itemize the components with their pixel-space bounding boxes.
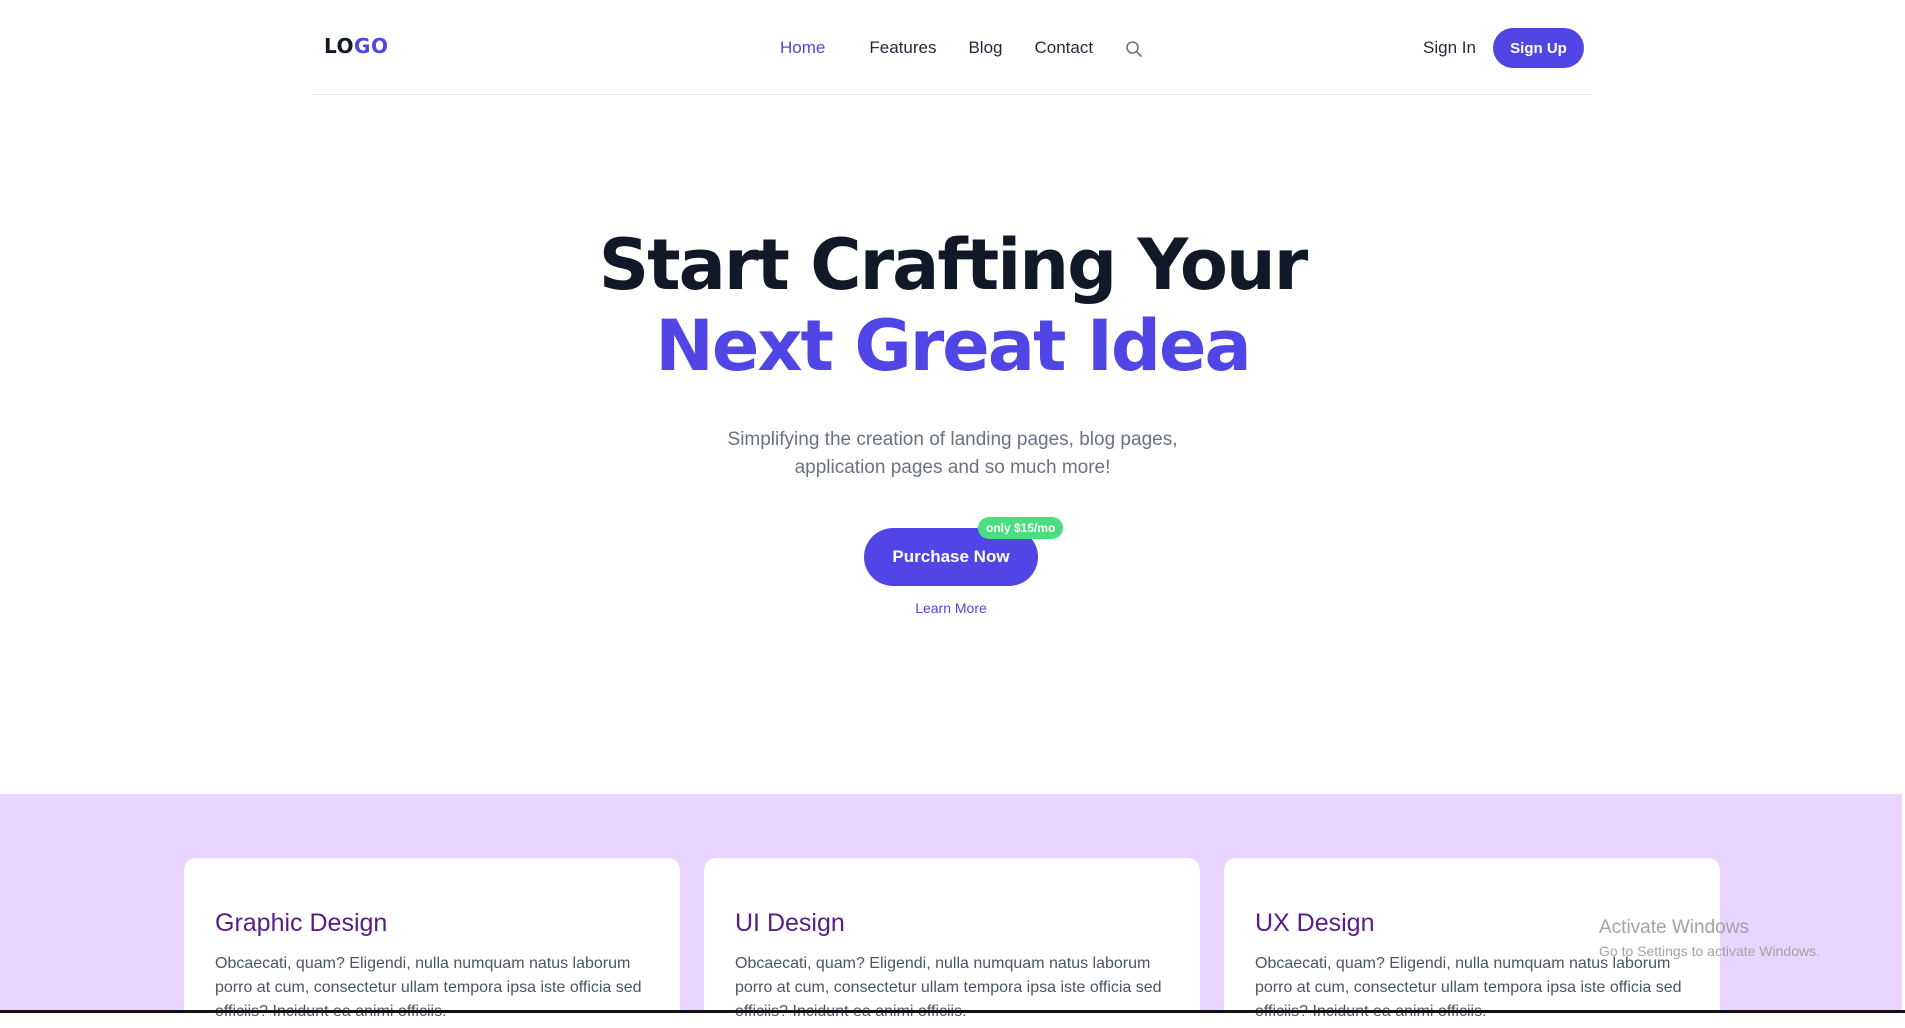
- hero-subtitle-line2: application pages and so much more!: [794, 457, 1111, 478]
- feature-card-text: Obcaecati, quam? Eligendi, nulla numquam…: [735, 955, 1162, 1020]
- site-header: LOGO Home Features Blog Contact Sign In …: [312, 0, 1592, 95]
- logo-part1: LO: [324, 34, 355, 58]
- learn-more-link: Learn More: [0, 600, 1902, 616]
- activate-windows-watermark: Activate Windows Go to Settings to activ…: [1599, 917, 1820, 959]
- sign-in-link[interactable]: Sign In: [1423, 38, 1476, 58]
- nav-features[interactable]: Features: [869, 38, 936, 58]
- feature-card-text: Obcaecati, quam? Eligendi, nulla numquam…: [215, 955, 642, 1020]
- watermark-subtitle: Go to Settings to activate Windows.: [1599, 943, 1820, 959]
- feature-card-text: Obcaecati, quam? Eligendi, nulla numquam…: [1255, 955, 1682, 1020]
- search-icon[interactable]: [1125, 40, 1143, 58]
- logo-part2: GO: [354, 34, 389, 58]
- sign-up-button[interactable]: Sign Up: [1493, 28, 1584, 68]
- landing-page: LOGO Home Features Blog Contact Sign In …: [0, 0, 1905, 1028]
- nav-contact[interactable]: Contact: [1034, 38, 1093, 58]
- watermark-title: Activate Windows: [1599, 917, 1749, 938]
- feature-card-ui-design: UI Design Obcaecati, quam? Eligendi, nul…: [704, 858, 1200, 1028]
- main-nav: Home Features Blog Contact: [780, 38, 1143, 58]
- hero-subtitle-line1: Simplifying the creation of landing page…: [727, 429, 1178, 450]
- logo[interactable]: LOGO: [324, 34, 388, 58]
- feature-card-title: UI Design: [735, 909, 845, 937]
- nav-home[interactable]: Home: [780, 38, 825, 58]
- price-badge: only $15/mo: [978, 517, 1064, 539]
- hero-subtitle: Simplifying the creation of landing page…: [0, 426, 1905, 482]
- hero-title-line1: Start Crafting Your: [598, 224, 1309, 306]
- learn-more-text[interactable]: Learn More: [915, 600, 987, 616]
- nav-blog[interactable]: Blog: [968, 38, 1002, 58]
- hero-title-line2: Next Great Idea: [655, 305, 1251, 387]
- feature-card-graphic-design: Graphic Design Obcaecati, quam? Eligendi…: [184, 858, 680, 1028]
- feature-card-title: Graphic Design: [215, 909, 388, 937]
